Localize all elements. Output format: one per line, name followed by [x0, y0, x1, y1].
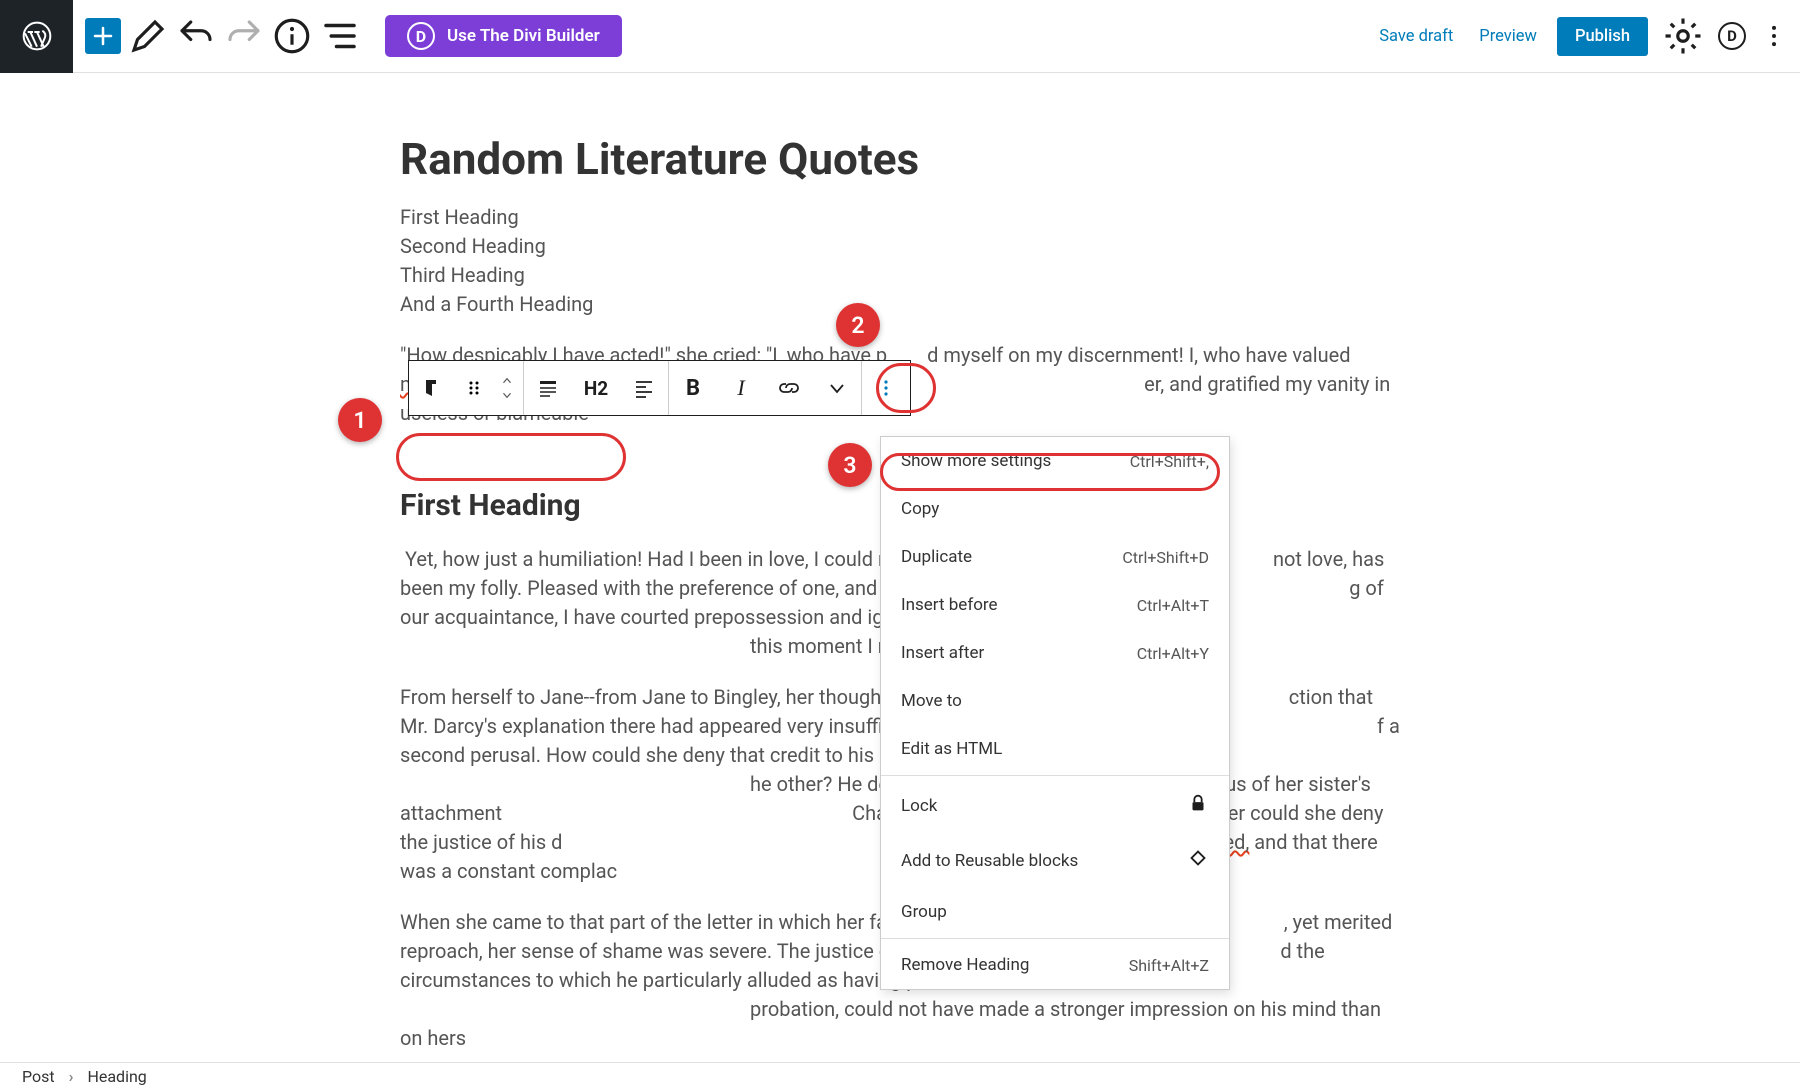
diamond-icon: [1187, 847, 1209, 874]
menu-item-label: Edit as HTML: [901, 739, 1002, 759]
italic-button[interactable]: I: [717, 361, 765, 415]
menu-item-shortcut: Ctrl+Alt+Y: [1137, 644, 1209, 663]
move-arrows[interactable]: [491, 361, 523, 415]
menu-item-insert-before[interactable]: Insert before Ctrl+Alt+T: [881, 581, 1229, 629]
annotation-badge-1: 1: [338, 398, 382, 442]
top-toolbar: D Use The Divi Builder Save draft Previe…: [0, 0, 1800, 73]
menu-item-shortcut: Ctrl+Shift+D: [1122, 548, 1209, 567]
annotation-badge-3: 3: [828, 443, 872, 487]
menu-item-label: Insert after: [901, 643, 984, 663]
menu-item-label: Lock: [901, 796, 937, 816]
divi-builder-button[interactable]: D Use The Divi Builder: [385, 15, 622, 57]
divi-builder-label: Use The Divi Builder: [447, 26, 600, 46]
post-title[interactable]: Random Literature Quotes: [400, 133, 1400, 185]
redo-button[interactable]: [223, 15, 265, 57]
menu-item-label: Remove Heading: [901, 955, 1029, 975]
publish-button[interactable]: Publish: [1557, 17, 1648, 56]
breadcrumb-root[interactable]: Post: [22, 1067, 55, 1086]
menu-item-shortcut: Ctrl+Shift+,: [1130, 452, 1209, 471]
left-tools: D Use The Divi Builder: [73, 15, 622, 57]
wordpress-logo[interactable]: [0, 0, 73, 73]
menu-item-group[interactable]: Group: [881, 888, 1229, 936]
menu-item-show-more-settings[interactable]: Show more settings Ctrl+Shift+,: [881, 437, 1229, 485]
bold-button[interactable]: B: [669, 361, 717, 415]
block-options-menu: Show more settings Ctrl+Shift+, Copy Duplic…: [880, 436, 1230, 990]
menu-item-label: Insert before: [901, 595, 998, 615]
chevron-right-icon: ›: [69, 1067, 74, 1086]
menu-item-move-to[interactable]: Move to: [881, 677, 1229, 725]
drag-handle[interactable]: [457, 361, 491, 415]
menu-item-label: Copy: [901, 499, 939, 519]
block-options-button[interactable]: [862, 361, 910, 415]
text-align-button[interactable]: [620, 361, 668, 415]
block-type-button[interactable]: [409, 361, 457, 415]
link-button[interactable]: [765, 361, 813, 415]
ref-2[interactable]: Second Heading: [400, 232, 1400, 261]
menu-item-insert-after[interactable]: Insert after Ctrl+Alt+Y: [881, 629, 1229, 677]
info-button[interactable]: [271, 15, 313, 57]
ref-3[interactable]: Third Heading: [400, 261, 1400, 290]
menu-item-shortcut: Ctrl+Alt+T: [1137, 596, 1209, 615]
ref-1[interactable]: First Heading: [400, 203, 1400, 232]
annotation-badge-2: 2: [836, 303, 880, 347]
menu-item-label: Show more settings: [901, 451, 1051, 471]
ref-4[interactable]: And a Fourth Heading: [400, 290, 1400, 319]
menu-item-lock[interactable]: Lock: [881, 778, 1229, 833]
breadcrumb-current[interactable]: Heading: [87, 1067, 146, 1086]
save-draft-button[interactable]: Save draft: [1373, 21, 1459, 52]
align-button[interactable]: [524, 361, 572, 415]
divi-icon-button[interactable]: D: [1718, 22, 1746, 50]
undo-button[interactable]: [175, 15, 217, 57]
menu-item-remove-heading[interactable]: Remove Heading Shift+Alt+Z: [881, 941, 1229, 989]
menu-item-copy[interactable]: Copy: [881, 485, 1229, 533]
menu-item-label: Move to: [901, 691, 962, 711]
menu-item-label: Add to Reusable blocks: [901, 851, 1078, 871]
menu-item-label: Duplicate: [901, 547, 972, 567]
menu-item-duplicate[interactable]: Duplicate Ctrl+Shift+D: [881, 533, 1229, 581]
lock-icon: [1187, 792, 1209, 819]
block-toolbar: H2 B I: [408, 360, 911, 416]
divi-logo-icon: D: [407, 22, 435, 50]
right-tools: Save draft Preview Publish D: [1373, 0, 1788, 72]
options-button[interactable]: [1760, 15, 1788, 57]
menu-separator: [881, 938, 1229, 939]
menu-item-add-to-reusable-blocks[interactable]: Add to Reusable blocks: [881, 833, 1229, 888]
list-view-button[interactable]: [319, 15, 361, 57]
preview-button[interactable]: Preview: [1473, 21, 1543, 52]
edit-tool-button[interactable]: [127, 15, 169, 57]
menu-item-label: Group: [901, 902, 947, 922]
menu-item-edit-as-html[interactable]: Edit as HTML: [881, 725, 1229, 773]
breadcrumb: Post › Heading: [0, 1062, 1800, 1090]
menu-separator: [881, 775, 1229, 776]
more-rich-text-button[interactable]: [813, 361, 861, 415]
settings-button[interactable]: [1662, 15, 1704, 57]
heading-level-button[interactable]: H2: [572, 361, 620, 415]
menu-item-shortcut: Shift+Alt+Z: [1129, 956, 1209, 975]
add-block-button[interactable]: [85, 18, 121, 54]
